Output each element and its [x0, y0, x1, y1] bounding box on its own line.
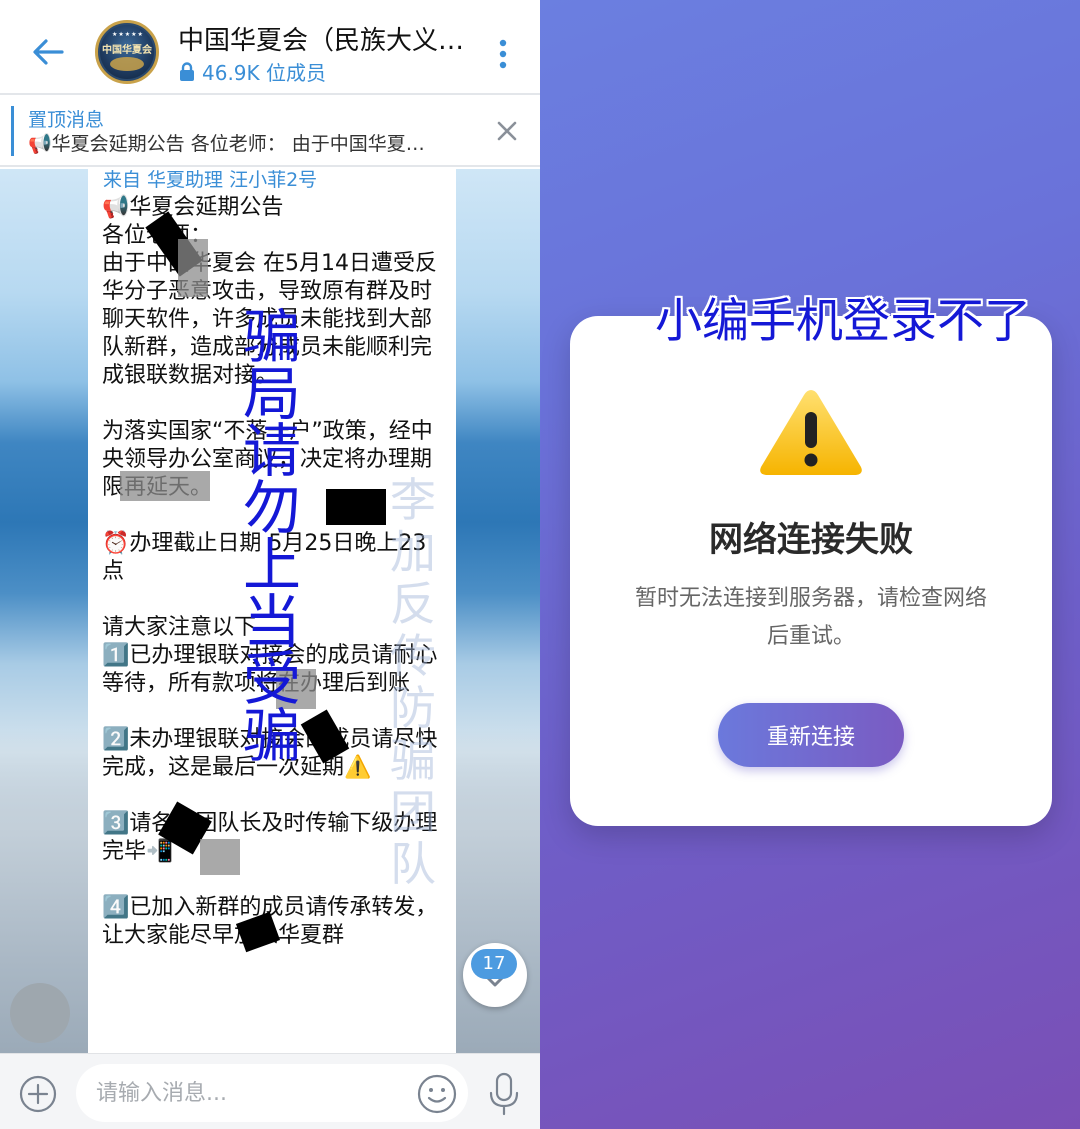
unread-count-badge: 17: [471, 949, 517, 979]
back-arrow-icon[interactable]: [28, 32, 68, 72]
close-icon[interactable]: [494, 118, 520, 144]
error-screen: 网络连接失败 暂时无法连接到服务器，请检查网络后重试。 重新连接 小编手机登录不…: [540, 0, 1080, 1129]
group-title[interactable]: 中国华夏会（民族大义…: [178, 20, 478, 57]
dialog-title: 网络连接失败: [709, 520, 913, 560]
member-count-row[interactable]: 46.9K 位成员: [178, 57, 326, 86]
reconnect-button[interactable]: 重新连接: [718, 703, 904, 767]
redaction-mark: [326, 489, 386, 525]
avatar-stars: ★★★★★: [112, 31, 144, 38]
pinned-accent-bar: [11, 106, 14, 156]
input-bar: [0, 1053, 540, 1129]
avatar-emblem: [110, 57, 144, 71]
redaction-blur: [200, 839, 240, 875]
plus-icon[interactable]: [18, 1074, 58, 1114]
pinned-message-bar[interactable]: 置顶消息 📢华夏会延期公告 各位老师： 由于中国华夏…: [0, 97, 540, 167]
watermark-text: 李 加 反 传 防 骗 团 队: [390, 473, 436, 891]
chat-header: ★★★★★ 中国华夏会 中国华夏会（民族大义… 46.9K 位成员: [0, 0, 540, 95]
message-sender[interactable]: 来自 华夏助理 汪小菲2号: [103, 169, 317, 192]
warning-icon: [760, 390, 862, 475]
chat-screen: ★★★★★ 中国华夏会 中国华夏会（民族大义… 46.9K 位成员 置顶消息 📢…: [0, 0, 540, 1129]
pinned-label: 置顶消息: [28, 109, 105, 131]
message-input[interactable]: [76, 1064, 468, 1122]
chat-background: 来自 华夏助理 汪小菲2号 📢华夏会延期公告 各位老师： 由于中国华夏会 在5月…: [0, 169, 540, 1053]
scam-warning-overlay: 骗 局 请 勿 上 当 受 骗: [242, 303, 301, 770]
lock-icon: [180, 61, 194, 81]
member-count: 46.9K 位成员: [202, 61, 327, 85]
emoji-icon[interactable]: [416, 1073, 458, 1115]
error-dialog: 网络连接失败 暂时无法连接到服务器，请检查网络后重试。 重新连接: [570, 316, 1052, 826]
group-avatar[interactable]: ★★★★★ 中国华夏会: [95, 20, 159, 84]
pinned-text: 📢华夏会延期公告 各位老师： 由于中国华夏…: [28, 133, 425, 155]
redaction-blur: [178, 239, 208, 297]
sender-avatar[interactable]: [10, 983, 70, 1043]
avatar-text: 中国华夏会: [102, 45, 152, 56]
dialog-message: 暂时无法连接到服务器，请检查网络后重试。: [634, 586, 987, 649]
redaction-blur: [120, 471, 210, 501]
annotation-caption: 小编手机登录不了: [655, 294, 1031, 349]
more-vertical-icon[interactable]: [490, 34, 516, 74]
microphone-icon[interactable]: [486, 1071, 522, 1117]
